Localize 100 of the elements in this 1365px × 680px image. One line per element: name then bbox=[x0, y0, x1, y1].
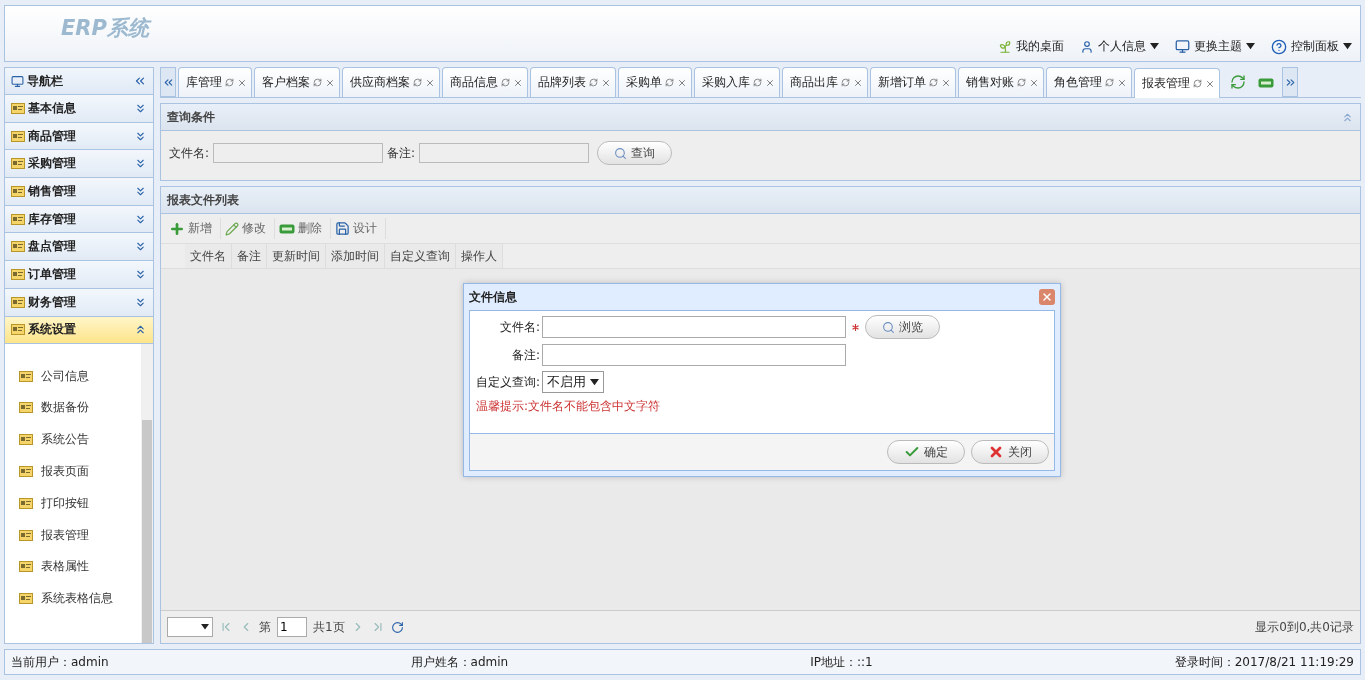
close-icon[interactable] bbox=[425, 77, 435, 88]
card-icon bbox=[19, 497, 33, 509]
card-icon bbox=[11, 241, 25, 253]
scroll-right-icon[interactable] bbox=[1282, 67, 1298, 97]
refresh-icon[interactable] bbox=[225, 78, 234, 87]
accordion-header[interactable]: 财务管理 bbox=[5, 288, 153, 317]
minus-icon bbox=[279, 223, 295, 234]
close-icon[interactable] bbox=[1029, 77, 1039, 88]
header-link[interactable]: 控制面板 bbox=[1271, 38, 1352, 55]
card-icon bbox=[11, 324, 25, 336]
refresh-icon[interactable] bbox=[589, 78, 598, 87]
refresh-icon[interactable] bbox=[929, 78, 938, 87]
accordion-header[interactable]: 系统设置 bbox=[5, 316, 153, 345]
accordion-header[interactable]: 销售管理 bbox=[5, 178, 153, 206]
refresh-icon[interactable] bbox=[1230, 74, 1246, 90]
menu-item[interactable]: 系统公告 bbox=[5, 423, 141, 456]
column-header: 备注 bbox=[232, 244, 267, 268]
close-icon[interactable] bbox=[513, 77, 523, 88]
refresh-icon[interactable] bbox=[413, 78, 422, 87]
header-link[interactable]: 我的桌面 bbox=[998, 38, 1064, 55]
header-link[interactable]: 个人信息 bbox=[1080, 38, 1159, 55]
refresh-icon[interactable] bbox=[390, 620, 404, 634]
tab[interactable]: 采购单 bbox=[618, 67, 692, 97]
card-icon bbox=[11, 102, 25, 114]
tab[interactable]: 角色管理 bbox=[1046, 67, 1132, 97]
input-field[interactable] bbox=[542, 316, 846, 338]
menu-item[interactable]: 数据备份 bbox=[5, 392, 141, 424]
toolbar-button[interactable]: 删除 bbox=[275, 218, 331, 239]
accordion-header[interactable]: 基本信息 bbox=[5, 95, 153, 123]
close-button[interactable] bbox=[1039, 289, 1055, 305]
menu-item[interactable]: 表格属性 bbox=[5, 550, 141, 583]
accordion-header[interactable]: 商品管理 bbox=[5, 122, 153, 151]
search-icon bbox=[882, 320, 895, 334]
refresh-icon[interactable] bbox=[1193, 79, 1202, 88]
tab[interactable]: 采购入库 bbox=[694, 67, 780, 97]
card-icon bbox=[11, 130, 25, 142]
card-icon bbox=[11, 213, 25, 225]
card-icon bbox=[19, 434, 33, 446]
accordion-header[interactable]: 采购管理 bbox=[5, 150, 153, 179]
toolbar-button[interactable]: 设计 bbox=[331, 218, 386, 239]
refresh-icon[interactable] bbox=[1105, 78, 1114, 87]
input-field[interactable] bbox=[213, 143, 384, 163]
tab[interactable]: 供应商档案 bbox=[342, 67, 440, 97]
close-icon[interactable] bbox=[1117, 77, 1127, 88]
page-input[interactable]: 1 bbox=[277, 617, 307, 637]
confirm-button[interactable]: 确定 bbox=[887, 440, 965, 464]
menu-item[interactable]: 打印按钮 bbox=[5, 487, 141, 520]
toolbar-button[interactable]: 新增 bbox=[165, 218, 221, 239]
menu-item[interactable]: 公司信息 bbox=[5, 360, 141, 392]
menu-item[interactable]: 系统表格信息 bbox=[5, 582, 141, 615]
close-icon[interactable] bbox=[941, 77, 951, 88]
status-text: 用户姓名：admin bbox=[410, 653, 509, 671]
header-link[interactable]: 更换主题 bbox=[1175, 38, 1255, 55]
tab[interactable]: 销售对账 bbox=[958, 67, 1044, 97]
scroll-left-icon[interactable] bbox=[160, 67, 176, 97]
close-icon[interactable] bbox=[601, 77, 611, 88]
input-field[interactable] bbox=[542, 344, 846, 366]
menu-item[interactable]: 报表页面 bbox=[5, 455, 141, 488]
collapse-icon[interactable] bbox=[133, 74, 147, 88]
accordion-header[interactable]: 盘点管理 bbox=[5, 233, 153, 262]
select-field[interactable]: 不启用 bbox=[542, 371, 604, 393]
accordion-header[interactable]: 库存管理 bbox=[5, 205, 153, 234]
tab[interactable]: 品牌列表 bbox=[530, 67, 616, 97]
refresh-icon[interactable] bbox=[313, 78, 322, 87]
pager-label: 第 bbox=[259, 618, 271, 636]
close-icon[interactable] bbox=[237, 77, 247, 88]
menu-item[interactable]: 报表管理 bbox=[5, 519, 141, 551]
refresh-icon[interactable] bbox=[1017, 78, 1026, 87]
tab[interactable]: 报表管理 bbox=[1134, 68, 1220, 98]
tab[interactable]: 客户档案 bbox=[254, 67, 340, 97]
panel-title: 查询条件 bbox=[167, 108, 215, 126]
refresh-icon[interactable] bbox=[501, 78, 510, 87]
scrollbar[interactable] bbox=[141, 344, 153, 643]
refresh-icon[interactable] bbox=[841, 78, 850, 87]
tab[interactable]: 新增订单 bbox=[870, 67, 956, 97]
tab[interactable]: 商品出库 bbox=[782, 67, 868, 97]
page-size-select[interactable] bbox=[167, 617, 213, 637]
column-header: 添加时间 bbox=[326, 244, 385, 268]
accordion-header[interactable]: 订单管理 bbox=[5, 261, 153, 289]
close-icon[interactable] bbox=[325, 77, 335, 88]
card-icon bbox=[19, 465, 33, 477]
toolbar-button[interactable]: 修改 bbox=[221, 218, 275, 239]
close-icon[interactable] bbox=[765, 77, 775, 88]
close-icon[interactable] bbox=[677, 77, 687, 88]
close-icon[interactable] bbox=[1205, 78, 1215, 89]
close-icon bbox=[1041, 291, 1053, 303]
refresh-icon[interactable] bbox=[753, 78, 762, 87]
search-button[interactable]: 查询 bbox=[597, 141, 673, 165]
close-icon[interactable] bbox=[853, 77, 863, 88]
input-field[interactable] bbox=[419, 143, 590, 163]
close-icon bbox=[988, 444, 1004, 460]
field-label: 备注: bbox=[510, 346, 540, 364]
tab[interactable]: 库管理 bbox=[178, 67, 252, 97]
refresh-icon[interactable] bbox=[665, 78, 674, 87]
minus-icon[interactable] bbox=[1258, 78, 1274, 88]
tab[interactable]: 商品信息 bbox=[442, 67, 528, 97]
pencil-icon bbox=[225, 221, 239, 236]
close-button[interactable]: 关闭 bbox=[971, 440, 1049, 464]
card-icon bbox=[19, 402, 33, 414]
browse-button[interactable]: 浏览 bbox=[865, 315, 940, 339]
